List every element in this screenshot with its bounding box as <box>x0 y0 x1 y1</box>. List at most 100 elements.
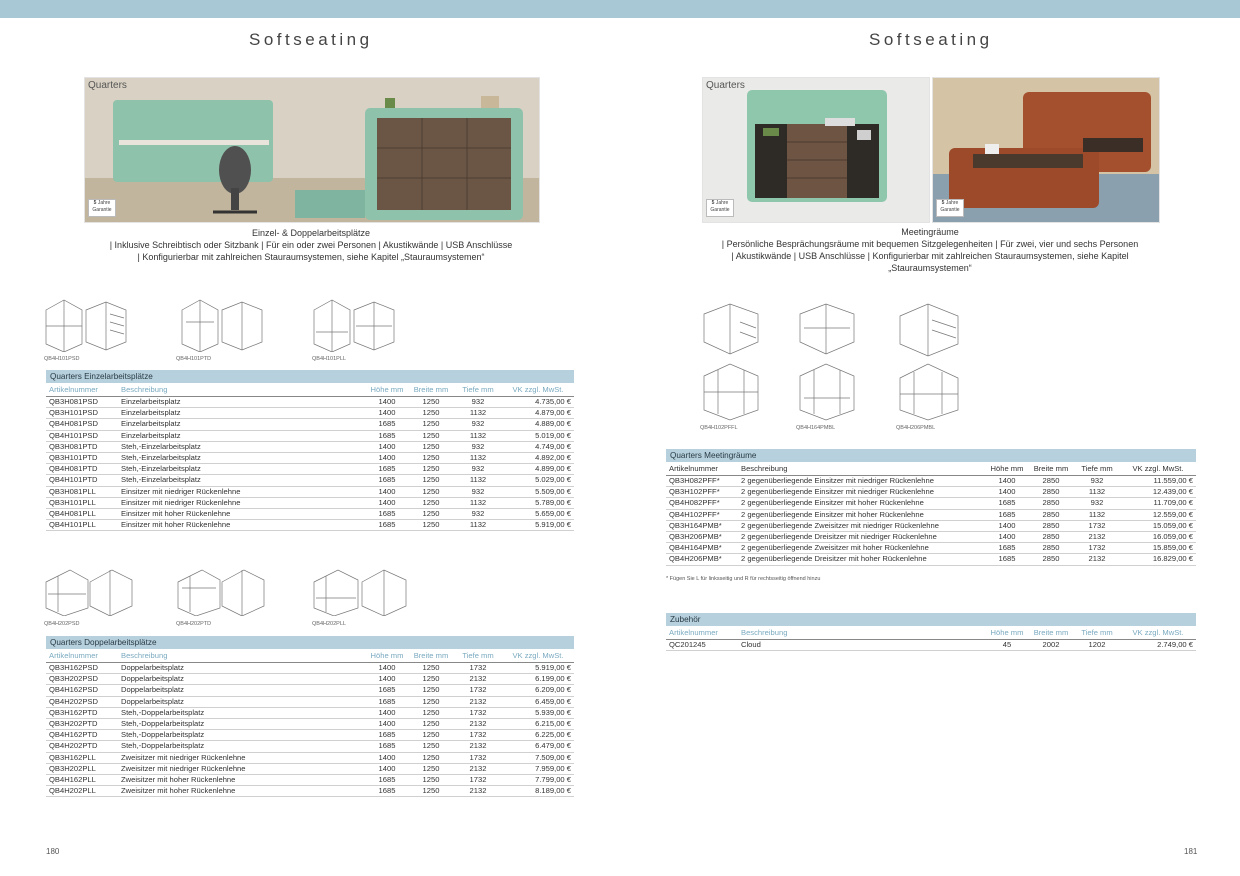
line-drawing-meeting-2 <box>703 303 759 421</box>
cell-article: QB4H082PFF* <box>666 497 738 510</box>
cell-width: 2850 <box>1028 531 1074 544</box>
cell-price: 5.019,00 € <box>502 430 574 442</box>
cell-height: 1400 <box>366 452 408 465</box>
product-caption: Meetingräume | Persönliche Besprächungsr… <box>680 226 1180 274</box>
cell-height: 1685 <box>366 463 408 476</box>
cell-price: 5.939,00 € <box>502 707 574 720</box>
table-title: Quarters Einzelarbeitsplätze <box>46 370 574 383</box>
cell-width: 1250 <box>408 396 454 409</box>
cell-depth: 2132 <box>454 785 502 798</box>
col-description: Beschreibung <box>738 462 986 476</box>
cell-description: 2 gegenüberliegende Zweisitzer mit niedr… <box>738 520 986 533</box>
table-row: QB4H081PLL Einsitzer mit hoher Rückenlehn… <box>46 508 574 521</box>
table-row: QB3H162PTD Steh,-Doppelarbeitsplatz 1400 12… <box>46 707 574 720</box>
cell-height: 1685 <box>366 508 408 521</box>
table-row: QB3H081PSD Einzelarbeitsplatz 1400 1250 932 4… <box>46 396 574 409</box>
cell-article: QB3H081PSD <box>46 396 118 409</box>
drawing-label: QB4H101PSD <box>44 356 80 362</box>
cell-price: 2.749,00 € <box>1120 639 1196 652</box>
cell-height: 1400 <box>366 486 408 498</box>
cell-height: 1685 <box>366 474 408 487</box>
table-row: QC201245 Cloud 45 2002 1202 2.749,00 € <box>666 639 1196 652</box>
cell-article: QB3H082PFF* <box>666 475 738 488</box>
cell-depth: 1732 <box>454 752 502 764</box>
cell-article: QB4H101PLL <box>46 519 118 532</box>
caption-line: | Inklusive Schreibtisch oder Sitzbank |… <box>109 240 513 250</box>
cell-price: 4.735,00 € <box>502 396 574 409</box>
cell-width: 1250 <box>408 763 454 776</box>
cell-height: 1685 <box>366 684 408 697</box>
cell-article: QB4H101PTD <box>46 474 118 487</box>
cell-description: Doppelarbeitsplatz <box>118 662 366 675</box>
caption-heading: Einzel- & Doppelarbeitsplätze <box>251 228 371 238</box>
col-width: Breite mm <box>408 649 454 663</box>
cell-price: 6.215,00 € <box>502 718 574 731</box>
cell-width: 1250 <box>408 430 454 442</box>
cell-article: QB4H162PTD <box>46 729 118 742</box>
cell-height: 1685 <box>366 430 408 442</box>
table-row: QB3H101PLL Einsitzer mit niedriger Rücken… <box>46 497 574 510</box>
table-row: QB4H202PTD Steh,-Doppelarbeitsplatz 1685 12… <box>46 740 574 753</box>
cell-article: QB4H101PSD <box>46 430 118 442</box>
cell-depth: 932 <box>454 418 502 431</box>
cell-width: 2850 <box>1028 497 1074 510</box>
cell-width: 1250 <box>408 441 454 454</box>
cell-description: Steh,-Doppelarbeitsplatz <box>118 740 366 753</box>
cell-height: 1400 <box>366 673 408 686</box>
caption-line: | Persönliche Besprächungsräume mit bequ… <box>721 239 1139 249</box>
badge-text: Garantie <box>92 207 112 213</box>
table-row: QB3H081PTD Steh,-Einzelarbeitsplatz 1400 12… <box>46 441 574 454</box>
cell-article: QB3H101PSD <box>46 407 118 420</box>
badge-number: 5 <box>711 200 715 206</box>
cell-price: 16.059,00 € <box>1120 531 1196 544</box>
cell-depth: 1202 <box>1074 639 1120 652</box>
cell-article: QB3H202PLL <box>46 763 118 776</box>
col-description: Beschreibung <box>118 383 366 397</box>
cell-width: 1250 <box>408 418 454 431</box>
cell-description: Cloud <box>738 639 986 652</box>
col-width: Breite mm <box>1028 462 1074 476</box>
cell-depth: 932 <box>454 463 502 476</box>
line-drawing-single <box>45 299 127 352</box>
table-row: QB4H164PMB* 2 gegenüberliegende Zweisitze… <box>666 542 1196 555</box>
cell-price: 15.059,00 € <box>1120 520 1196 533</box>
cell-width: 1250 <box>408 508 454 521</box>
col-price: VK zzgl. MwSt. <box>502 649 574 663</box>
guarantee-badge: 5 Jahre Garantie <box>88 199 116 217</box>
cell-description: Steh,-Doppelarbeitsplatz <box>118 718 366 731</box>
guarantee-badge: 5 Jahre Garantie <box>936 199 964 217</box>
cell-depth: 932 <box>454 486 502 498</box>
col-article: Artikelnummer <box>46 649 118 663</box>
cell-description: Einsitzer mit niedriger Rückenlehne <box>118 486 366 498</box>
cell-description: 2 gegenüberliegende Einsitzer mit hoher … <box>738 509 986 521</box>
cell-height: 45 <box>986 639 1028 652</box>
table-header-row: Artikelnummer Beschreibung Höhe mm Breit… <box>46 383 574 397</box>
table-row: QB4H202PLL Zweisitzer mit hoher Rückenleh… <box>46 785 574 798</box>
cell-depth: 1732 <box>454 729 502 742</box>
cell-width: 2850 <box>1028 553 1074 566</box>
table-row: QB4H162PSD Doppelarbeitsplatz 1685 1250 1732… <box>46 684 574 697</box>
table-meeting-rooms: Quarters Meetingräume Artikelnummer Besc… <box>666 449 1196 566</box>
badge-number: 5 <box>941 200 945 206</box>
drawing-label: QB4H101PLL <box>312 356 346 362</box>
col-article: Artikelnummer <box>46 383 118 397</box>
cell-description: 2 gegenüberliegende Dreisitzer mit hoher… <box>738 553 986 566</box>
drawing-label: QB4H102PFFL <box>700 425 738 431</box>
cell-height: 1400 <box>366 752 408 764</box>
cell-price: 6.199,00 € <box>502 673 574 686</box>
table-row: QB4H101PLL Einsitzer mit hoher Rückenlehn… <box>46 519 574 532</box>
cell-depth: 932 <box>1074 497 1120 510</box>
cell-article: QB4H162PLL <box>46 774 118 787</box>
product-photo-workstation: Quarters 5 Jahre Garantie <box>84 77 540 223</box>
cell-height: 1685 <box>366 519 408 532</box>
col-height: Höhe mm <box>986 462 1028 476</box>
cell-depth: 1132 <box>454 474 502 487</box>
col-height: Höhe mm <box>366 649 408 663</box>
table-row: QB3H202PTD Steh,-Doppelarbeitsplatz 1400 12… <box>46 718 574 731</box>
page-number: 180 <box>46 847 60 856</box>
cell-price: 4.892,00 € <box>502 452 574 465</box>
col-height: Höhe mm <box>366 383 408 397</box>
table-accessories: Zubehör Artikelnummer Beschreibung Höhe … <box>666 613 1196 652</box>
table-row: QB4H101PSD Einzelarbeitsplatz 1685 1250 1132… <box>46 430 574 442</box>
cell-description: Einsitzer mit hoher Rückenlehne <box>118 519 366 532</box>
